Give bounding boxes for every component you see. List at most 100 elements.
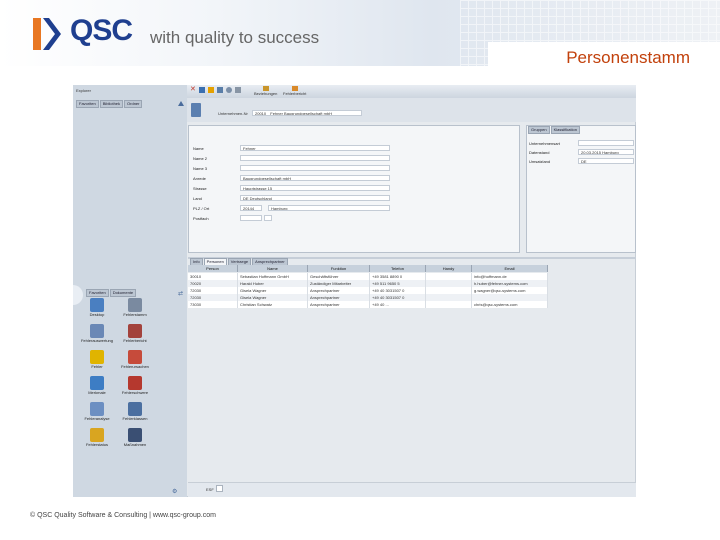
- window-title: Explorer: [76, 88, 91, 93]
- column-header[interactable]: Funktion: [308, 265, 370, 272]
- left-tab-lower[interactable]: Dokumente: [109, 289, 137, 297]
- column-header[interactable]: Telefon: [370, 265, 426, 272]
- launcher-item[interactable]: Desktop: [77, 298, 117, 317]
- table-cell: chris@qsc-systems.com: [472, 301, 548, 308]
- table-cell: Ansprechpartner: [308, 294, 370, 301]
- table-cell: [426, 301, 472, 308]
- left-tab-lower[interactable]: Favoriten: [86, 289, 109, 297]
- save-icon[interactable]: [217, 87, 223, 93]
- relations-button[interactable]: Beziehungen: [254, 86, 277, 96]
- launcher-item[interactable]: Fehlerursachen: [115, 350, 155, 369]
- launcher-item[interactable]: Fehlerklassen: [115, 402, 155, 421]
- launcher-label: Desktop: [89, 312, 105, 317]
- side-value[interactable]: [578, 140, 634, 146]
- table-cell: [426, 294, 472, 301]
- table-row[interactable]: 72030 Gisela Wagner Ansprechpartner +49 40 …: [188, 294, 548, 301]
- launcher-icon: [90, 376, 104, 390]
- side-label: Unternehmensart: [529, 141, 560, 146]
- error-report-button[interactable]: Fehlerbericht: [283, 86, 306, 96]
- collapse-up-icon[interactable]: [178, 101, 184, 106]
- column-header[interactable]: Handy: [426, 265, 472, 272]
- launcher-item[interactable]: Maßnahmen: [115, 428, 155, 447]
- table-cell: +49 40 3031507 0: [370, 287, 426, 294]
- field-label: Land: [193, 196, 202, 201]
- column-header[interactable]: Person: [188, 265, 238, 272]
- company-number-field[interactable]: 20010 Fehner Baugrundgesellschaft mbH: [252, 110, 362, 116]
- error-report-label: Fehlerbericht: [283, 91, 307, 96]
- left-tab[interactable]: Bibliothek: [99, 100, 124, 108]
- launcher-item[interactable]: Fehler: [77, 350, 117, 369]
- launcher-icon: [128, 428, 142, 442]
- table-row[interactable]: 30010 Sebastian Hoffmann GmbH Geschäftsfüh…: [188, 273, 548, 280]
- launcher-label: Merkmale: [88, 390, 106, 395]
- field-input[interactable]: [240, 215, 262, 221]
- settings-icon[interactable]: ⚙: [172, 488, 177, 495]
- launcher-label: Fehlerstatus: [85, 442, 108, 447]
- launcher-label: Fehlerstamm: [123, 312, 147, 317]
- print-icon[interactable]: [235, 87, 241, 93]
- table-cell: Harald Huber: [238, 280, 308, 287]
- field-label: Anrede: [193, 176, 206, 181]
- launcher-item[interactable]: Merkmale: [77, 376, 117, 395]
- refresh-icon[interactable]: [226, 87, 232, 93]
- left-tabs-lower: Favoriten Dokumente: [86, 289, 137, 297]
- field-input[interactable]: [240, 155, 390, 161]
- field-input[interactable]: Fehner: [240, 145, 390, 151]
- table-cell: Sebastian Hoffmann GmbH: [238, 273, 308, 280]
- side-label: Umsatzland: [529, 159, 551, 164]
- status-checkbox[interactable]: [216, 485, 223, 492]
- field-input[interactable]: Baugrundgesellschaft mbH: [240, 175, 390, 181]
- field-input-city[interactable]: Hamburg: [268, 205, 390, 211]
- launcher-label: Fehlerursachen: [121, 364, 149, 369]
- close-icon[interactable]: ✕: [190, 86, 196, 93]
- edit-icon[interactable]: [208, 87, 214, 93]
- launcher-item[interactable]: Fehlerauswertung: [77, 324, 117, 343]
- launcher-item[interactable]: Fehlerschwere: [115, 376, 155, 395]
- company-icon: [191, 103, 201, 117]
- table-row[interactable]: 72030 Gisela Wagner Ansprechpartner +49 40 …: [188, 287, 548, 294]
- launcher-label: Fehlerklassen: [122, 416, 148, 421]
- launcher-item[interactable]: Fehlerbericht: [115, 324, 155, 343]
- field-input[interactable]: [240, 165, 390, 171]
- field-label: Name 2: [193, 156, 208, 161]
- side-label: Datenstand: [529, 150, 550, 155]
- table-cell: Gisela Wagner: [238, 287, 308, 294]
- footer-copyright: © QSC Quality Software & Consulting | ww…: [30, 512, 216, 519]
- field-input[interactable]: Hauptstrasse 15: [240, 185, 390, 191]
- left-tab[interactable]: Favoriten: [76, 100, 99, 108]
- field-input[interactable]: 20144: [240, 205, 262, 211]
- company-number-value: 20010: [255, 111, 267, 116]
- side-tab-classification[interactable]: Klassifikation: [550, 126, 580, 134]
- field-input-extra[interactable]: [264, 215, 272, 221]
- launcher-item[interactable]: Fehlerstamm: [115, 298, 155, 317]
- table-row[interactable]: 70020 Harald Huber Zuständiger Mitarbeiter…: [188, 280, 548, 287]
- logo-text: QSC: [70, 14, 133, 47]
- left-tab[interactable]: Ordner: [124, 100, 143, 108]
- persons-table: Person Name Funktion Telefon Handy Email 30010…: [188, 265, 572, 320]
- relations-label: Beziehungen: [254, 91, 278, 96]
- status-bar: [188, 482, 636, 497]
- table-cell: Gisela Wagner: [238, 294, 308, 301]
- launcher-label: Fehlerschwere: [121, 390, 149, 395]
- field-label: Name: [193, 146, 204, 151]
- table-cell: 72030: [188, 294, 238, 301]
- column-header[interactable]: Name: [238, 265, 308, 272]
- expand-icon[interactable]: ⇄: [178, 290, 183, 297]
- launcher-icon: [128, 298, 142, 312]
- launcher-item[interactable]: Fehlerstatus: [77, 428, 117, 447]
- new-icon[interactable]: [199, 87, 205, 93]
- side-value[interactable]: DE: [578, 158, 634, 164]
- side-tab-groups[interactable]: Gruppen: [528, 126, 550, 134]
- launcher-icon: [128, 350, 142, 364]
- field-input[interactable]: DE Deutschland: [240, 195, 390, 201]
- table-row[interactable]: 73030 Christian Schwatz Ansprechpartner +49…: [188, 301, 548, 308]
- launcher-icon: [90, 428, 104, 442]
- launcher-item[interactable]: Fehleranalyse: [77, 402, 117, 421]
- table-cell: +49 40 ...: [370, 301, 426, 308]
- table-cell: g.wagner@qsc-systems.com: [472, 287, 548, 294]
- field-label: Strasse: [193, 186, 207, 191]
- launcher-icon: [128, 376, 142, 390]
- launcher-icon: [128, 402, 142, 416]
- side-value[interactable]: 20.03.2015 Hamburg: [578, 149, 634, 155]
- column-header[interactable]: Email: [472, 265, 548, 272]
